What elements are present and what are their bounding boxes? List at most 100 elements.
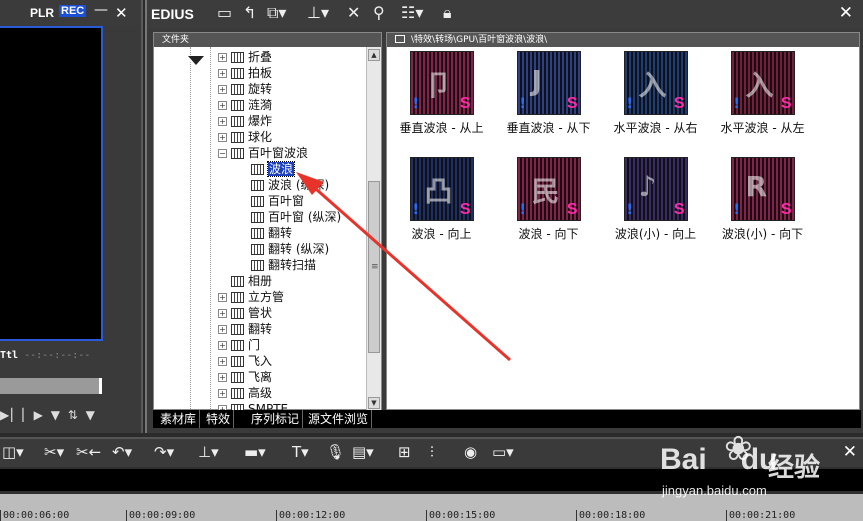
expand-icon[interactable]: + [218,53,227,62]
view-icon[interactable]: ☷▾ [401,4,423,22]
undo-icon[interactable]: ↶▾ [112,444,132,461]
tree-item[interactable]: + 翻转 [218,321,272,337]
expand-icon[interactable]: + [218,325,227,334]
expand-icon[interactable]: + [218,69,227,78]
folder-pane: 文件夹 + 折叠 + 拍板 + 旋转 + 涟漪 + 爆炸 + 球化 − 百叶窗波浪 波浪 波浪 (纵深) 百叶窗… [153,32,382,411]
standard-badge-icon: S [459,95,471,112]
apply-icon[interactable]: ⊥▾ [307,4,329,22]
expand-icon[interactable]: + [218,101,227,110]
effect-item[interactable]: R! S 波浪(小) - 向下 [710,157,815,242]
expand-icon[interactable]: + [218,341,227,350]
tree-item-label: 翻转 [268,226,293,240]
scroll-up-icon[interactable]: ▲ [368,49,380,61]
insert-icon[interactable]: ⊥▾ [198,444,219,461]
expand-icon[interactable]: + [218,133,227,142]
tree-item[interactable]: + 高级 [218,385,272,401]
color-icon[interactable]: ◉ [464,444,477,461]
effect-thumbnail: 入! S [730,51,795,115]
effect-folder-icon [231,308,244,319]
tree-item-label: 波浪 [266,161,296,177]
thumbnail-glyph: 卩 [424,69,453,102]
layout-icon[interactable]: ▭▾ [492,444,514,461]
effect-folder-icon [251,196,264,207]
standard-badge-icon: S [566,95,578,112]
effect-item[interactable]: 入! S 水平波浪 - 从右 [603,51,708,136]
expand-icon[interactable]: + [218,293,227,302]
tree-item[interactable]: 相册 [218,273,272,289]
title-icon[interactable]: T▾ [292,444,309,461]
plr-button[interactable]: PLR [30,6,54,20]
player-controls[interactable]: ▶▏▏▶ ▼ ⇅ ▼ [0,408,97,422]
scroll-thumb[interactable]: ≡ [368,181,380,353]
tab-sequence-markers[interactable]: 序列标记 [248,410,304,428]
mixer-icon[interactable]: ⫶ [430,444,434,461]
expand-icon[interactable]: + [218,85,227,94]
path-folder-icon [395,35,405,43]
tree-item[interactable]: 百叶窗 [238,193,304,209]
properties-icon[interactable]: ⚲ [373,4,385,22]
expand-icon[interactable]: + [218,389,227,398]
ripple-cut-icon[interactable]: ✂← [76,444,101,461]
folder-scrollbar[interactable]: ▲ ≡ ▼ [366,47,381,411]
tree-item[interactable]: + 飞离 [218,369,272,385]
grip-icon: ≡ [371,262,379,272]
effect-item[interactable]: ♪! S 波浪(小) - 向上 [603,157,708,242]
expand-icon[interactable]: + [218,373,227,382]
tab-source-browser[interactable]: 源文件浏览 [305,410,373,428]
grid-icon[interactable]: ⊞ [398,444,411,461]
expand-icon[interactable]: + [218,309,227,318]
expand-icon[interactable]: + [218,117,227,126]
copy-icon[interactable]: ⧉▾ [267,4,286,22]
effect-item[interactable]: 入! S 水平波浪 - 从左 [710,51,815,136]
mode-icon[interactable]: ◫▾ [2,444,24,461]
path-text: \特效\转场\GPU\百叶窗波浪\波浪\ [411,35,548,45]
tree-item-label: 高级 [248,386,273,400]
player-seek-bar[interactable] [0,378,102,394]
tree-item[interactable]: + 折叠 [218,49,272,65]
tree-item[interactable]: + 涟漪 [218,97,272,113]
gpu-warning-icon: ! [733,202,740,218]
minimize-icon[interactable]: — [94,2,108,18]
effect-item[interactable]: J! S 垂直波浪 - 从下 [496,51,601,136]
standard-badge-icon: S [780,95,792,112]
tree-item[interactable]: 波浪 [238,161,296,177]
tree-item[interactable]: + 门 [218,337,260,353]
tree-item[interactable]: 翻转 [238,225,292,241]
expand-icon[interactable]: + [218,357,227,366]
up-folder-icon[interactable]: ↰ [243,4,256,22]
tree-item[interactable]: − 百叶窗波浪 [218,145,308,161]
tree-item[interactable]: + 飞入 [218,353,272,369]
tree-item[interactable]: 百叶窗 (纵深) [238,209,341,225]
tree-item-label: 翻转 [248,322,273,336]
scroll-down-icon[interactable]: ▼ [368,397,380,409]
lock-icon[interactable]: 🔒︎ [443,4,452,22]
tree-item[interactable]: 翻转扫描 [238,257,316,273]
effect-item[interactable]: 卩! S 垂直波浪 - 从上 [389,51,494,136]
tree-item[interactable]: + 旋转 [218,81,272,97]
edius-toolbar: EDIUS ▭ ↰ ⧉▾ ⊥▾ ✕ ⚲ ☷▾ 🔒︎ ✕ [147,0,863,28]
collapse-icon[interactable]: − [218,149,227,158]
rec-button[interactable]: REC [59,5,87,17]
tree-item[interactable]: + 立方管 [218,289,284,305]
effect-item[interactable]: 民! S 波浪 - 向下 [496,157,601,242]
tree-item[interactable]: 翻转 (纵深) [238,241,329,257]
link-icon[interactable]: ▬▾ [244,444,266,461]
tab-effects[interactable]: 特效 [203,410,235,428]
tree-item[interactable]: 波浪 (纵深) [238,177,329,193]
edius-close-icon[interactable]: ✕ [839,3,853,23]
redo-icon[interactable]: ↷▾ [154,444,174,461]
export-icon[interactable]: ▤▾ [352,444,374,461]
cut-icon[interactable]: ✂▾ [44,444,64,461]
delete-icon[interactable]: ✕ [347,4,360,22]
player-close-icon[interactable]: ✕ [115,4,128,22]
effect-item[interactable]: 凸! S 波浪 - 向上 [389,157,494,242]
tree-item[interactable]: + 爆炸 [218,113,272,129]
tree-item[interactable]: + 拍板 [218,65,272,81]
folder-icon[interactable]: ▭ [217,4,232,22]
microphone-icon[interactable]: 🎙︎ [326,444,345,461]
thumbnail-glyph: 民 [531,175,560,208]
tree-item[interactable]: + 管状 [218,305,272,321]
watermark-logo-text: Bai [660,443,707,476]
tree-item[interactable]: + 球化 [218,129,272,145]
tab-library[interactable]: 素材库 [157,410,201,428]
